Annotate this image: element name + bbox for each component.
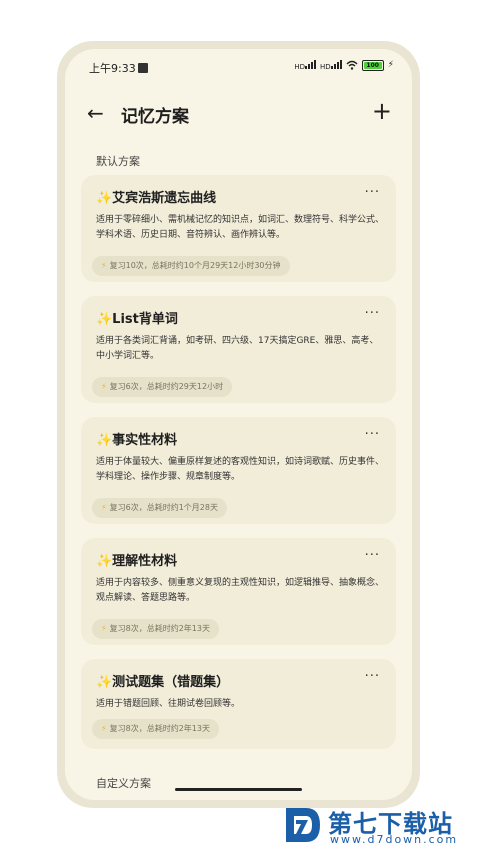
page-title: 记忆方案 xyxy=(121,107,189,127)
plan-description: 适用于各类词汇背诵，如考研、四六级、17天搞定GRE、雅思、高考、中小学词汇等。 xyxy=(96,336,379,361)
plan-card-comprehension[interactable]: ✨理解性材料 ··· 适用于内容较多、侧重意义复现的主观性知识，如逻辑推导、抽象… xyxy=(81,538,396,645)
plan-description: 适用于体量较大、偏重原样复述的客观性知识，如诗词歌赋、历史事件、学科理论、操作步… xyxy=(96,457,385,482)
plan-title: ✨理解性材料 xyxy=(96,554,178,569)
plan-stats-chip: ⚡ 复习6次，总耗时约1个月28天 xyxy=(92,498,227,518)
more-options-icon[interactable]: ··· xyxy=(365,548,380,563)
network-type-label-2: HD xyxy=(320,63,331,71)
more-options-icon[interactable]: ··· xyxy=(365,669,380,684)
more-options-icon[interactable]: ··· xyxy=(365,185,380,200)
plan-stats-chip: ⚡ 复习10次，总耗时约10个月29天12小时30分钟 xyxy=(92,256,290,276)
title-bar: ← 记忆方案 + xyxy=(65,95,412,131)
notification-icon xyxy=(137,63,148,73)
lightning-icon: ⚡ xyxy=(101,261,107,270)
battery-icon: 100 xyxy=(361,59,384,71)
section-custom-label: 自定义方案 xyxy=(96,777,151,790)
section-default-label: 默认方案 xyxy=(96,155,140,168)
plan-stats: 复习8次，总耗时约2年13天 xyxy=(109,624,210,633)
lightning-icon: ⚡ xyxy=(101,624,107,633)
charging-icon: ⚡ xyxy=(387,60,394,70)
add-plan-button[interactable]: + xyxy=(372,97,392,125)
plan-stats: 复习6次，总耗时约29天12小时 xyxy=(109,382,224,391)
back-arrow-icon[interactable]: ← xyxy=(87,101,104,125)
plan-title: ✨测试题集（错题集） xyxy=(96,675,230,690)
more-options-icon[interactable]: ··· xyxy=(365,306,380,321)
wifi-icon xyxy=(346,60,358,70)
plan-stats: 复习10次，总耗时约10个月29天12小时30分钟 xyxy=(109,261,281,270)
plan-card-factual[interactable]: ✨事实性材料 ··· 适用于体量较大、偏重原样复述的客观性知识，如诗词歌赋、历史… xyxy=(81,417,396,524)
status-icons: HD HD 100 ⚡ xyxy=(294,59,394,71)
plan-card-list-words[interactable]: ✨List背单词 ··· 适用于各类词汇背诵，如考研、四六级、17天搞定GRE、… xyxy=(81,296,396,403)
plan-card-ebbinghaus[interactable]: ✨艾宾浩斯遗忘曲线 ··· 适用于零碎细小、需机械记忆的知识点，如词汇、数理符号… xyxy=(81,175,396,282)
network-type-label: HD xyxy=(294,63,306,71)
plan-title: ✨艾宾浩斯遗忘曲线 xyxy=(96,191,217,206)
plan-description: 适用于内容较多、侧重意义复现的主观性知识，如逻辑推导、抽象概念、观点解读、答题思… xyxy=(96,578,385,603)
app-screen: 上午9:33 HD HD 100 ⚡ ← 记忆方案 + 默认方案 ✨艾宾浩斯遗忘… xyxy=(65,49,412,800)
plan-title: ✨事实性材料 xyxy=(96,433,178,448)
status-bar: 上午9:33 HD HD 100 ⚡ xyxy=(65,49,412,85)
plan-title: ✨List背单词 xyxy=(96,312,178,327)
d7-logo-icon xyxy=(286,808,320,842)
more-options-icon[interactable]: ··· xyxy=(365,427,380,442)
signal-icon: HD xyxy=(294,59,317,71)
lightning-icon: ⚡ xyxy=(101,503,107,512)
phone-frame: 上午9:33 HD HD 100 ⚡ ← 记忆方案 + 默认方案 ✨艾宾浩斯遗忘… xyxy=(57,41,420,808)
home-indicator[interactable] xyxy=(175,788,302,791)
lightning-icon: ⚡ xyxy=(101,382,107,391)
watermark-logo: 第七下载站 www.d7down.com xyxy=(282,800,478,850)
plan-stats-chip: ⚡ 复习8次，总耗时约2年13天 xyxy=(92,719,219,739)
plan-stats: 复习8次，总耗时约2年13天 xyxy=(109,724,210,733)
plan-card-test-questions[interactable]: ✨测试题集（错题集） ··· 适用于错题回顾、往期试卷回顾等。 ⚡ 复习8次，总耗… xyxy=(81,659,396,749)
plan-description: 适用于错题回顾、往期试卷回顾等。 xyxy=(96,699,241,709)
plan-stats: 复习6次，总耗时约1个月28天 xyxy=(109,503,218,512)
plan-stats-chip: ⚡ 复习8次，总耗时约2年13天 xyxy=(92,619,219,639)
status-time: 上午9:33 xyxy=(89,60,148,76)
signal-icon-2: HD xyxy=(320,59,342,71)
plan-stats-chip: ⚡ 复习6次，总耗时约29天12小时 xyxy=(92,377,233,397)
watermark-url: www.d7down.com xyxy=(330,833,459,846)
lightning-icon: ⚡ xyxy=(101,724,107,733)
plan-description: 适用于零碎细小、需机械记忆的知识点，如词汇、数理符号、科学公式、学科术语、历史日… xyxy=(96,215,385,240)
